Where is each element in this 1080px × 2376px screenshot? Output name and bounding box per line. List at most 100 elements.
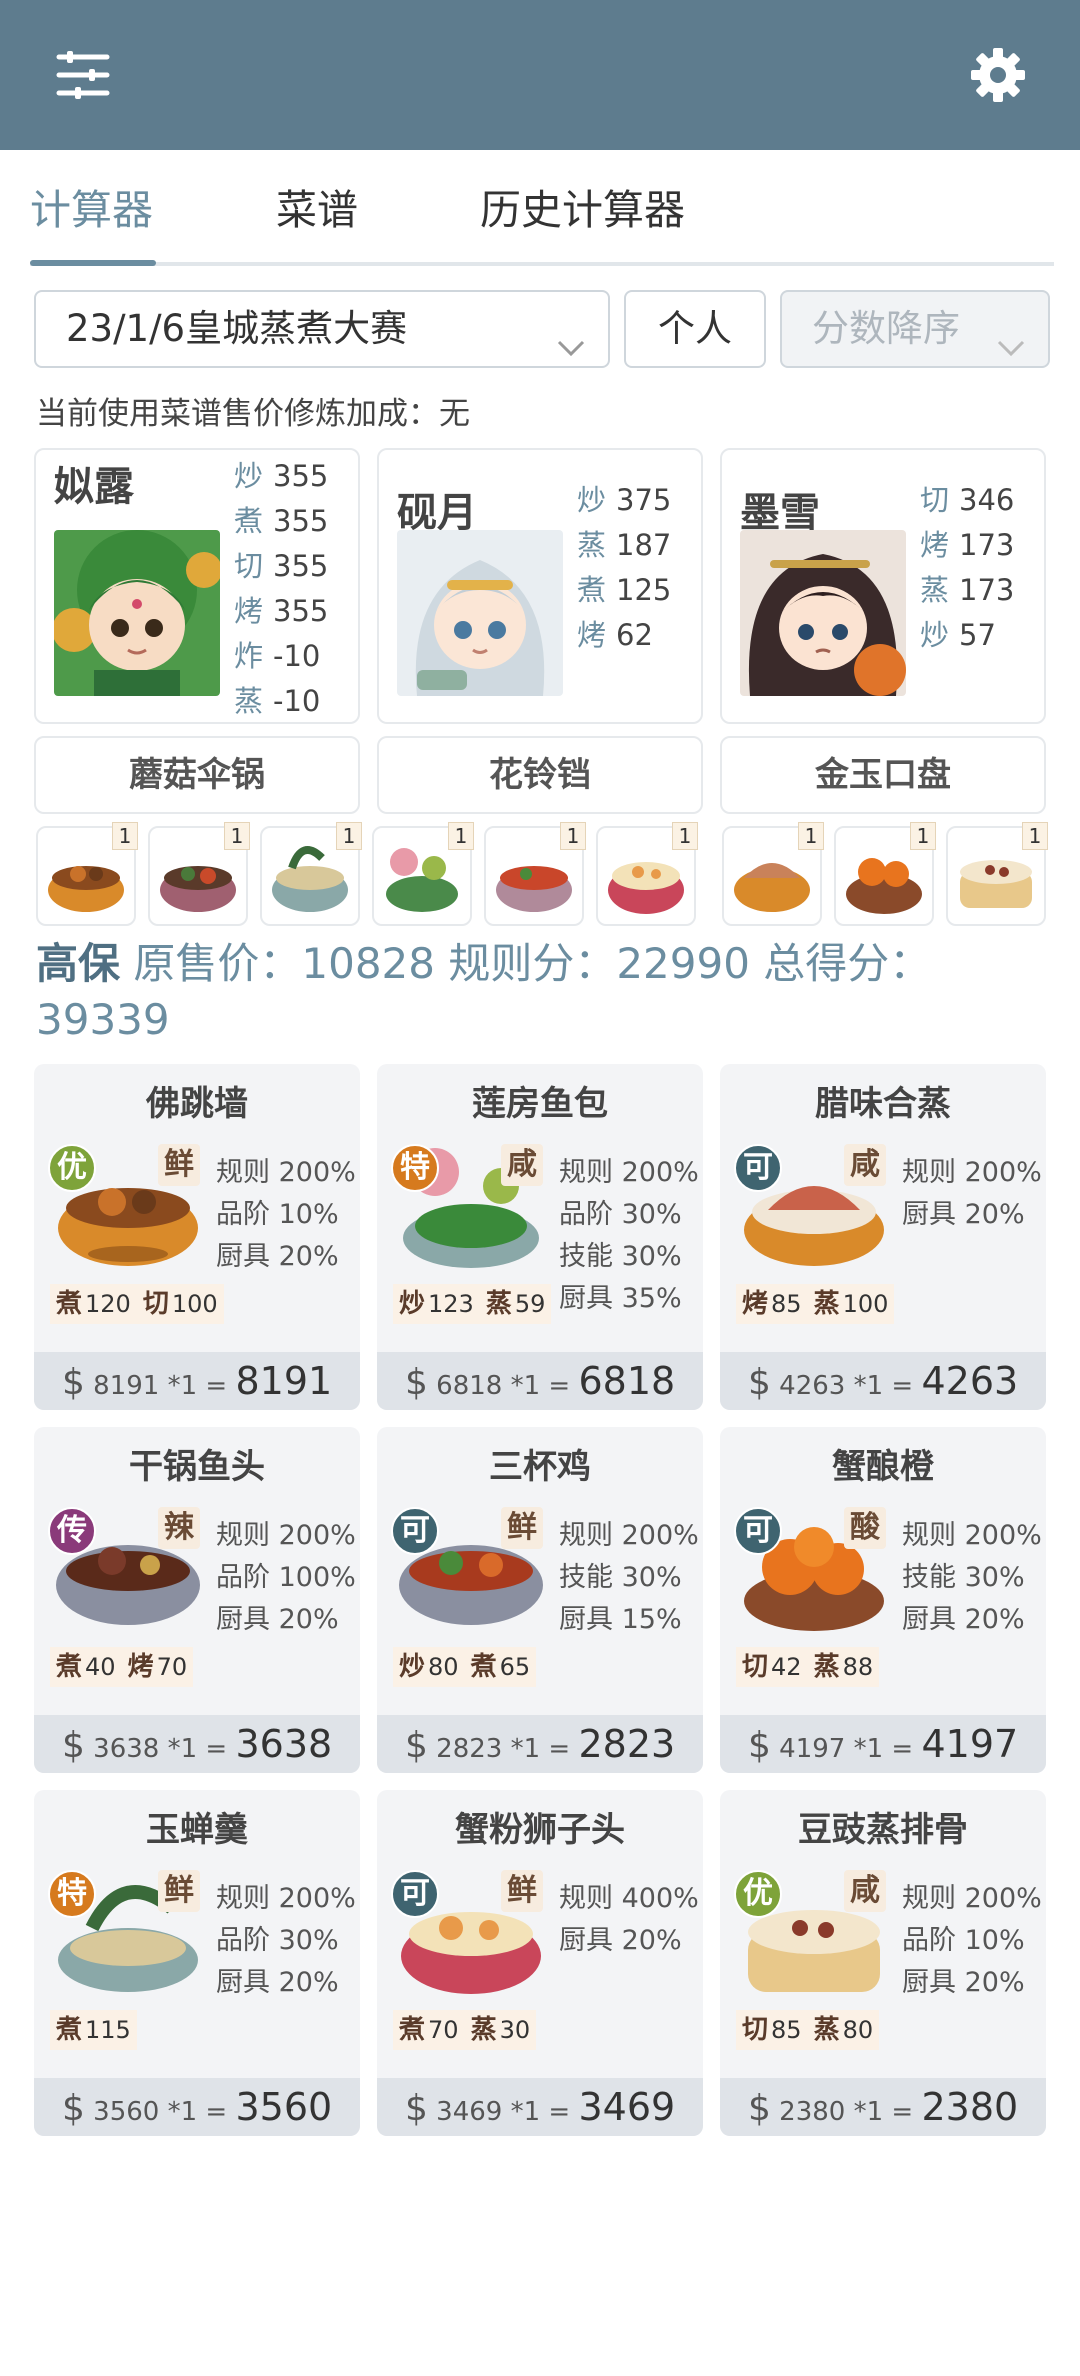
recipe-flavor-tag: 辣: [158, 1507, 200, 1549]
recipe-modifiers: 规则 200% 厨具 20%: [902, 1152, 1042, 1236]
dish-thumb[interactable]: 1: [834, 822, 936, 926]
recipe-price-bar: $ 3560 *1 = 3560: [34, 2078, 360, 2136]
contest-select[interactable]: 23/1/6皇城蒸煮大赛: [34, 290, 610, 368]
recipe-grade-badge: 可: [734, 1507, 782, 1555]
recipe-price-bar: $ 4197 *1 = 4197: [720, 1715, 1046, 1773]
recipe-name: 蟹粉狮子头: [455, 1810, 625, 1850]
tab-track: [30, 262, 1054, 266]
recipe-skill-row: 炒 123 蒸 59: [393, 1284, 552, 1324]
dollar-icon: $: [405, 1362, 428, 1403]
recipe-flavor-tag: 咸: [844, 1870, 886, 1912]
recipe-name: 豆豉蒸排骨: [798, 1810, 968, 1850]
recipe-price-bar: $ 6818 *1 = 6818: [377, 1352, 703, 1410]
recipe-price-bar: $ 8191 *1 = 8191: [34, 1352, 360, 1410]
sliders-icon[interactable]: [40, 32, 126, 118]
contest-select-value: 23/1/6皇城蒸煮大赛: [66, 307, 408, 350]
dish-thumb[interactable]: 1: [484, 822, 586, 926]
chef-skill: 蒸 -10: [234, 684, 321, 718]
equipment-slot[interactable]: 蘑菇伞锅: [34, 736, 360, 814]
recipe-card[interactable]: 佛跳墙 优 鲜 规则 200% 品阶 10% 厨具 20% 煮 120 切 100 $ 8…: [34, 1064, 360, 1410]
recipe-grade-badge: 特: [391, 1144, 439, 1192]
recipe-unit-price: 2380: [779, 2097, 846, 2127]
recipe-grade-badge: 优: [48, 1144, 96, 1192]
chef-card[interactable]: 姒露 炒 355 煮 355 切 355 烤 355 炸 -10 蒸 -10: [34, 448, 360, 724]
recipe-modifier: 品阶 30%: [216, 1925, 339, 1956]
recipe-modifier: 厨具 20%: [559, 1925, 682, 1956]
tab-bar: 计算器 菜谱 历史计算器: [30, 170, 1054, 266]
recipe-name: 蟹酿橙: [832, 1447, 934, 1487]
dish-thumb[interactable]: 1: [260, 822, 362, 926]
dish-thumb[interactable]: 1: [36, 822, 138, 926]
recipe-total-price: 3560: [235, 2085, 333, 2129]
recipe-skill-requirement: 煮 120: [50, 1284, 137, 1324]
recipe-flavor-tag: 咸: [501, 1144, 543, 1186]
recipe-skill-row: 煮 120 切 100: [50, 1284, 224, 1324]
dollar-icon: $: [405, 1725, 428, 1766]
recipe-skill-row: 炒 80 煮 65: [393, 1647, 537, 1687]
recipe-card[interactable]: 蟹酿橙 可 酸 规则 200% 技能 30% 厨具 20% 切 42 蒸 88 $ 419…: [720, 1427, 1046, 1773]
sort-select[interactable]: 分数降序: [780, 290, 1050, 368]
recipe-flavor-tag: 鲜: [158, 1870, 200, 1912]
recipe-flavor-tag: 酸: [844, 1507, 886, 1549]
recipe-card[interactable]: 腊味合蒸 可 咸 规则 200% 厨具 20% 烤 85 蒸 100 $ 4263 *1…: [720, 1064, 1046, 1410]
recipe-name: 玉蝉羹: [146, 1810, 248, 1850]
recipe-card[interactable]: 蟹粉狮子头 可 鲜 规则 400% 厨具 20% 煮 70 蒸 30 $ 3469 *1…: [377, 1790, 703, 2136]
recipe-modifier: 规则 200%: [216, 1157, 356, 1188]
recipe-modifiers: 规则 200% 品阶 10% 厨具 20%: [216, 1152, 356, 1278]
recipe-modifier: 规则 200%: [559, 1157, 699, 1188]
recipe-skill-requirement: 煮 115: [50, 2010, 137, 2050]
chef-card[interactable]: 砚月 炒 375 蒸 187 煮 125 烤 62: [377, 448, 703, 724]
dish-thumb[interactable]: 1: [946, 822, 1048, 926]
recipe-modifier: 厨具 20%: [902, 1199, 1025, 1230]
equipment-slot[interactable]: 花铃铛: [377, 736, 703, 814]
recipe-card[interactable]: 干锅鱼头 传 辣 规则 200% 品阶 100% 厨具 20% 煮 40 烤 70 $ 3…: [34, 1427, 360, 1773]
recipe-modifier: 规则 200%: [216, 1520, 356, 1551]
dish-quantity: 1: [336, 822, 362, 850]
recipe-multiplier: *1 =: [167, 1734, 228, 1764]
equipment-slot[interactable]: 金玉口盘: [720, 736, 1046, 814]
chef-skill-list: 炒 355 煮 355 切 355 烤 355 炸 -10 蒸 -10: [234, 454, 328, 724]
dollar-icon: $: [405, 2088, 428, 2129]
chef-skill: 烤 355: [234, 594, 329, 628]
dish-quantity: 1: [1022, 822, 1048, 850]
mode-button[interactable]: 个人: [624, 290, 766, 368]
tab-calculator[interactable]: 计算器: [30, 180, 153, 240]
recipe-card[interactable]: 莲房鱼包 特 咸 规则 200% 品阶 30% 技能 30% 厨具 35% 炒 123 蒸…: [377, 1064, 703, 1410]
recipe-modifier: 厨具 35%: [559, 1283, 682, 1314]
recipe-card[interactable]: 玉蝉羹 特 鲜 规则 200% 品阶 30% 厨具 20% 煮 115 $ 3560 …: [34, 1790, 360, 2136]
recipe-multiplier: *1 =: [167, 2097, 228, 2127]
dish-thumb[interactable]: 1: [148, 822, 250, 926]
recipe-skill-requirement: 烤 85: [736, 1284, 808, 1324]
dish-thumb[interactable]: 1: [372, 822, 474, 926]
recipe-price-bar: $ 4263 *1 = 4263: [720, 1352, 1046, 1410]
recipe-skill-requirement: 煮 65: [464, 1647, 537, 1687]
dish-thumb[interactable]: 1: [596, 822, 698, 926]
chef-skill-list: 炒 375 蒸 187 煮 125 烤 62: [577, 478, 671, 658]
tab-active-indicator: [30, 260, 156, 266]
gear-icon[interactable]: [955, 32, 1041, 118]
recipe-unit-price: 4197: [779, 1734, 846, 1764]
recipe-card[interactable]: 豆豉蒸排骨 优 咸 规则 200% 品阶 10% 厨具 20% 切 85 蒸 80 $ 2…: [720, 1790, 1046, 2136]
recipe-grade-badge: 可: [391, 1870, 439, 1918]
tab-recipes[interactable]: 菜谱: [276, 180, 358, 240]
tab-history-calculator[interactable]: 历史计算器: [480, 180, 685, 240]
chef-skill: 烤 62: [577, 618, 653, 652]
chevron-down-icon: [556, 314, 586, 388]
recipe-flavor-tag: 鲜: [501, 1507, 543, 1549]
dish-quantity: 1: [224, 822, 250, 850]
chef-portrait: [740, 530, 906, 696]
recipe-total-price: 2380: [921, 2085, 1019, 2129]
recipe-modifiers: 规则 200% 技能 30% 厨具 20%: [902, 1515, 1042, 1641]
recipe-skill-requirement: 切 42: [736, 1647, 808, 1687]
recipe-total-price: 6818: [578, 1359, 676, 1403]
chef-card[interactable]: 墨雪 切 346 烤 173 蒸 173 炒 57: [720, 448, 1046, 724]
recipe-multiplier: *1 =: [167, 1371, 228, 1401]
dish-thumb[interactable]: 1: [722, 822, 824, 926]
recipe-modifier: 技能 30%: [559, 1562, 682, 1593]
recipe-flavor-tag: 鲜: [158, 1144, 200, 1186]
dollar-icon: $: [62, 1362, 85, 1403]
recipe-modifiers: 规则 200% 品阶 30% 厨具 20%: [216, 1878, 356, 2004]
recipe-unit-price: 3560: [93, 2097, 160, 2127]
recipe-skill-row: 切 85 蒸 80: [736, 2010, 880, 2050]
recipe-card[interactable]: 三杯鸡 可 鲜 规则 200% 技能 30% 厨具 15% 炒 80 煮 65 $ 282…: [377, 1427, 703, 1773]
